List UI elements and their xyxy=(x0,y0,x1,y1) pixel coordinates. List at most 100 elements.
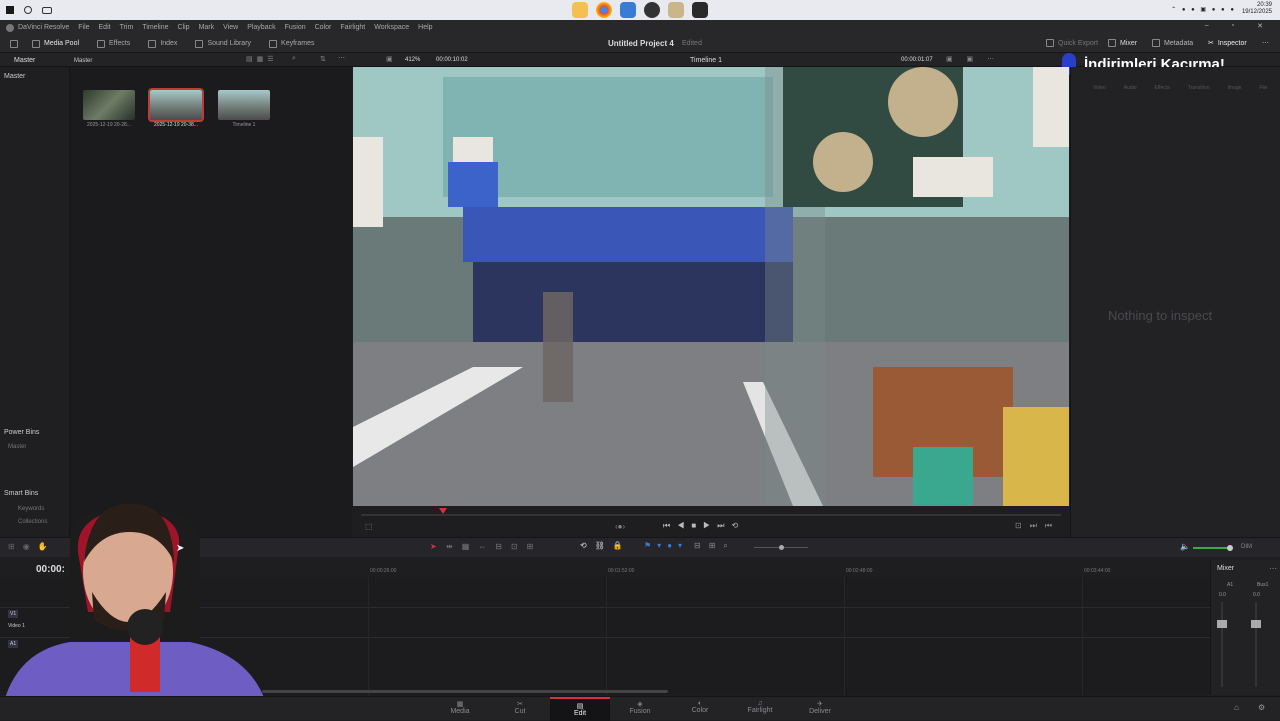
playhead-icon[interactable] xyxy=(439,508,447,514)
effects-button[interactable]: Effects xyxy=(97,39,130,48)
menu-view[interactable]: View xyxy=(223,24,238,31)
menu-edit[interactable]: Edit xyxy=(99,24,111,31)
keyframes-button[interactable]: Keyframes xyxy=(269,39,315,48)
maximize-icon[interactable]: ▫ xyxy=(1232,22,1234,30)
inspector-panel: Video Audio Effects Transition Image Fil… xyxy=(1070,67,1280,537)
pool-options-icon[interactable]: ⋯ xyxy=(338,54,345,62)
timeline-selector[interactable]: Timeline 1 xyxy=(690,57,722,64)
page-media[interactable]: ▦ Media xyxy=(430,697,490,721)
windows-start-icon[interactable] xyxy=(6,6,14,14)
menu-clip[interactable]: Clip xyxy=(178,24,190,31)
clip-label: 2025-12-19 20-38... xyxy=(154,122,198,128)
audio-mixer: Mixer ⋯ A1 Bus1 0.0 0.0 xyxy=(1210,560,1280,695)
inspector-tab-file[interactable]: File xyxy=(1259,85,1267,91)
quick-export-button[interactable]: Quick Export xyxy=(1046,39,1098,47)
fader-bus1[interactable] xyxy=(1251,620,1261,628)
sound-library-button[interactable]: Sound Library xyxy=(195,39,251,48)
menu-help[interactable]: Help xyxy=(418,24,432,31)
mixer-button[interactable]: Mixer xyxy=(1108,39,1137,47)
pool-header: Master xyxy=(74,58,93,64)
page-fairlight[interactable]: ♫ Fairlight xyxy=(730,697,790,721)
menu-fairlight[interactable]: Fairlight xyxy=(340,24,365,31)
minimize-icon[interactable]: – xyxy=(1205,22,1209,30)
clip-label: Timeline 1 xyxy=(232,122,256,128)
inspector-tab-effects[interactable]: Effects xyxy=(1155,85,1170,91)
clip-thumbnail-selected[interactable] xyxy=(148,88,204,122)
index-button[interactable]: Index xyxy=(148,39,177,48)
flag-marker-icons[interactable]: ⚑▾●▾ xyxy=(644,541,688,550)
viewer-layout-icon[interactable]: ▣ xyxy=(386,55,393,63)
search-icon[interactable] xyxy=(24,6,32,14)
task-view-icon[interactable] xyxy=(42,6,52,14)
photos-icon[interactable] xyxy=(668,2,684,18)
page-fusion[interactable]: ◈ Fusion xyxy=(610,697,670,721)
fader-a1[interactable] xyxy=(1217,620,1227,628)
inspector-tab-video[interactable]: Video xyxy=(1093,85,1106,91)
selection-tool-icon[interactable]: ➤ xyxy=(430,542,437,551)
file-explorer-icon[interactable] xyxy=(572,2,588,18)
inspector-tab-image[interactable]: Image xyxy=(1227,85,1241,91)
page-edit[interactable]: ▤ Edit xyxy=(550,697,610,721)
timeline-viewer[interactable] xyxy=(353,67,1069,506)
clock[interactable]: 20:39 19/12/2025 xyxy=(1242,2,1272,16)
chrome-icon[interactable] xyxy=(596,2,612,18)
menu-trim[interactable]: Trim xyxy=(120,24,134,31)
dim-button[interactable]: DIM xyxy=(1241,544,1252,550)
menu-mark[interactable]: Mark xyxy=(199,24,215,31)
mixer-channel-a1: A1 xyxy=(1227,582,1234,588)
sort-icon[interactable]: ⇅ xyxy=(320,55,326,63)
media-pool-button[interactable]: Media Pool xyxy=(32,39,79,48)
app-name[interactable]: DaVinci Resolve xyxy=(18,24,69,31)
volume-knob[interactable] xyxy=(1227,545,1233,551)
inspector-tab-audio[interactable]: Audio xyxy=(1124,85,1137,91)
jog-icon[interactable]: ‹●› xyxy=(615,522,625,531)
timeline-thumbnail[interactable] xyxy=(218,90,270,120)
clip-thumbnail[interactable] xyxy=(83,90,135,120)
menu-timeline[interactable]: Timeline xyxy=(142,24,168,31)
record-timecode: 00:00:01:07 xyxy=(901,57,933,63)
page-cut[interactable]: ✂ Cut xyxy=(490,697,550,721)
snap-link-lock-icons[interactable]: ⟲⛓🔒 xyxy=(580,541,631,550)
panel-toggle-icon[interactable] xyxy=(10,39,18,48)
tray-icons[interactable]: ⌃ ● ● ▣ ● ● ● xyxy=(1171,6,1236,13)
transform-icon[interactable]: ⬚ xyxy=(365,522,373,531)
zoom-tool-icons[interactable]: ⊟⊞⌕ xyxy=(694,541,736,551)
page-deliver[interactable]: ✈ Deliver xyxy=(790,697,850,721)
mixer-options-icon[interactable]: ⋯ xyxy=(1269,564,1277,573)
power-bin-master[interactable]: Master xyxy=(8,444,26,450)
inspector-button[interactable]: ✂ Inspector xyxy=(1208,39,1247,48)
project-title: Untitled Project 4 xyxy=(608,39,674,48)
more-options-icon[interactable]: ⋯ xyxy=(1262,39,1269,47)
app-shield-icon[interactable] xyxy=(620,2,636,18)
menu-color[interactable]: Color xyxy=(315,24,332,31)
view-mode-icons[interactable]: ▤▦☰ xyxy=(246,55,278,63)
match-frame-icons[interactable]: ⊡⏭⏮ xyxy=(1015,521,1060,531)
zoom-level[interactable]: 412% xyxy=(405,57,420,63)
davinci-icon[interactable] xyxy=(692,2,708,18)
volume-slider[interactable] xyxy=(1193,547,1231,549)
zoom-slider-knob[interactable] xyxy=(779,545,784,550)
viewer-options-icons[interactable]: ▣ ▣ ⋯ xyxy=(946,55,1000,63)
scrub-bar[interactable] xyxy=(361,514,1061,516)
metadata-button[interactable]: Metadata xyxy=(1152,39,1193,47)
obs-icon[interactable] xyxy=(644,2,660,18)
inspector-tab-transition[interactable]: Transition xyxy=(1188,85,1210,91)
edit-tool-icons[interactable]: ⇹▦⇔⊟⊡⊞ xyxy=(446,542,542,551)
transport-controls[interactable]: ⏮◀■▶⏭⟲ xyxy=(663,521,745,531)
menu-playback[interactable]: Playback xyxy=(247,24,275,31)
timeline-scrollbar[interactable] xyxy=(262,690,668,693)
page-edit-label: Edit xyxy=(573,710,587,717)
mixer-icon xyxy=(1108,39,1116,47)
close-icon[interactable]: ✕ xyxy=(1257,22,1263,30)
menu-workspace[interactable]: Workspace xyxy=(374,24,409,31)
bin-master[interactable]: Master xyxy=(4,73,25,80)
search-icon[interactable]: ⌕ xyxy=(292,55,296,63)
settings-gear-icon[interactable]: ⚙ xyxy=(1258,703,1265,712)
fairlight-page-icon: ♫ xyxy=(757,700,763,707)
volume-icon[interactable]: 🔈 xyxy=(1180,542,1190,551)
deliver-page-icon: ✈ xyxy=(817,701,823,708)
page-color[interactable]: ◐ Color xyxy=(670,697,730,721)
menu-file[interactable]: File xyxy=(78,24,89,31)
menu-fusion[interactable]: Fusion xyxy=(285,24,306,31)
home-icon[interactable]: ⌂ xyxy=(1234,703,1239,712)
